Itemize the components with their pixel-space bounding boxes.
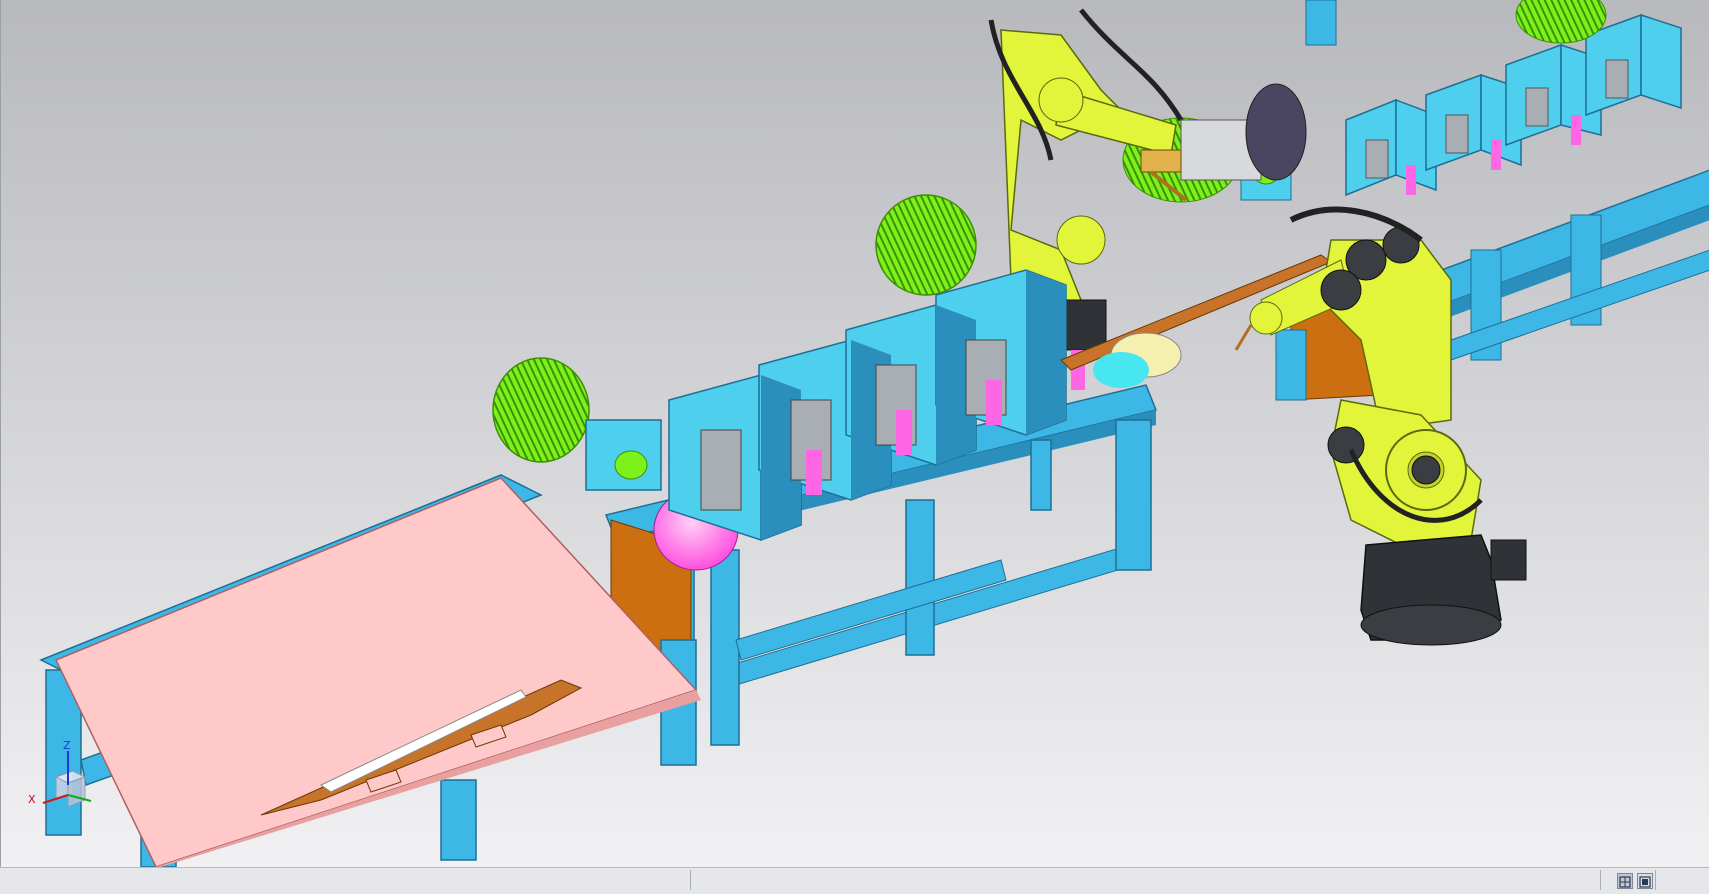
3d-model-scene[interactable] bbox=[1, 0, 1709, 867]
status-separator bbox=[1600, 870, 1601, 890]
window-view-icon[interactable] bbox=[1617, 873, 1633, 889]
status-separator bbox=[690, 870, 691, 890]
status-separator bbox=[1655, 870, 1656, 890]
graphics-viewport[interactable]: Z X bbox=[0, 0, 1709, 867]
triad-graphic bbox=[42, 751, 92, 808]
z-axis-label: Z bbox=[63, 739, 71, 752]
x-axis-label: X bbox=[28, 793, 36, 806]
status-bar bbox=[0, 867, 1709, 894]
coordinate-triad[interactable]: Z X bbox=[23, 739, 93, 820]
restore-view-icon[interactable] bbox=[1637, 873, 1653, 889]
